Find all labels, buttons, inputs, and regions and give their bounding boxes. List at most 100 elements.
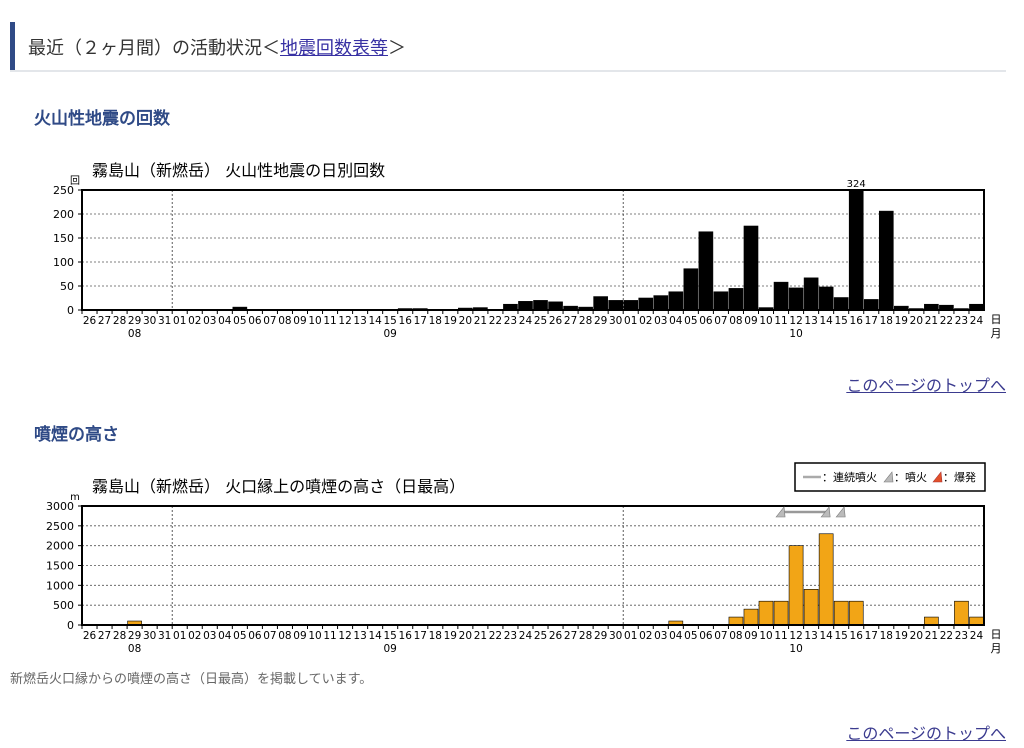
bar bbox=[848, 189, 864, 311]
x-tick-label: 19 bbox=[444, 315, 457, 327]
x-tick-label: 07 bbox=[714, 315, 727, 327]
month-label: 08 bbox=[128, 328, 141, 340]
bar bbox=[593, 296, 608, 311]
x-tick-label: 13 bbox=[353, 630, 366, 642]
x-tick-label: 16 bbox=[399, 315, 413, 327]
x-tick-label: 07 bbox=[263, 630, 276, 642]
bar bbox=[773, 600, 789, 626]
section-header: 最近（２ヶ月間）の活動状況＜地震回数表等＞ bbox=[10, 22, 1006, 72]
x-tick-label: 14 bbox=[819, 630, 833, 642]
bar bbox=[848, 600, 864, 626]
bar bbox=[698, 231, 714, 311]
x-tick-label: 04 bbox=[669, 315, 683, 327]
x-tick-label: 03 bbox=[203, 630, 216, 642]
x-tick-label: 21 bbox=[925, 630, 938, 642]
x-tick-label: 28 bbox=[113, 315, 126, 327]
month-label: 09 bbox=[383, 643, 396, 655]
x-tick-label: 18 bbox=[880, 315, 893, 327]
x-tick-label: 26 bbox=[549, 630, 563, 642]
x-tick-label: 23 bbox=[504, 630, 517, 642]
bar bbox=[713, 291, 729, 311]
x-tick-label: 23 bbox=[955, 630, 968, 642]
y-tick-label: 3000 bbox=[46, 500, 74, 513]
y-tick-label: 0 bbox=[67, 619, 74, 632]
y-tick-label: 0 bbox=[67, 304, 74, 317]
bar bbox=[758, 600, 774, 626]
x-tick-label: 27 bbox=[98, 630, 111, 642]
y-tick-label: 1500 bbox=[46, 560, 74, 573]
bar bbox=[653, 295, 669, 311]
bar bbox=[924, 616, 939, 626]
x-tick-label: 23 bbox=[955, 315, 968, 327]
bar bbox=[863, 299, 879, 311]
bar bbox=[803, 277, 819, 311]
bar bbox=[728, 288, 744, 311]
x-tick-label: 06 bbox=[248, 630, 262, 642]
x-tick-label: 06 bbox=[699, 315, 713, 327]
bar bbox=[788, 545, 804, 626]
bar bbox=[878, 210, 894, 311]
x-tick-label: 29 bbox=[128, 630, 141, 642]
x-tick-label: 12 bbox=[338, 630, 351, 642]
x-tick-label: 10 bbox=[759, 315, 772, 327]
x-tick-label: 24 bbox=[519, 630, 533, 642]
x-tick-label: 28 bbox=[579, 315, 592, 327]
month-label: 10 bbox=[789, 643, 802, 655]
eruption-marker bbox=[775, 506, 786, 518]
chart-note: 新燃岳火口縁からの噴煙の高さ（日最高）を掲載しています。 bbox=[10, 672, 373, 687]
x-tick-label: 11 bbox=[774, 630, 787, 642]
bar bbox=[668, 291, 684, 311]
x-tick-label: 30 bbox=[609, 630, 622, 642]
bar bbox=[683, 268, 699, 311]
bar bbox=[638, 297, 654, 311]
x-tick-label: 18 bbox=[880, 630, 893, 642]
quake-count-chart: 霧島山（新燃岳） 火山性地震の日別回数回050100150200250 32426… bbox=[53, 161, 1002, 340]
bar bbox=[818, 533, 834, 626]
bar bbox=[788, 287, 804, 311]
x-tick-label: 12 bbox=[789, 315, 802, 327]
x-tick-label: 15 bbox=[834, 630, 847, 642]
bar bbox=[608, 300, 624, 311]
quake-table-link[interactable]: 地震回数表等 bbox=[280, 38, 388, 59]
x-tick-label: 22 bbox=[940, 315, 953, 327]
x-tick-label: 19 bbox=[444, 630, 457, 642]
x-tick-label: 16 bbox=[399, 630, 413, 642]
x-tick-label: 24 bbox=[519, 315, 533, 327]
x-tick-label: 28 bbox=[579, 630, 592, 642]
x-tick-label: 02 bbox=[639, 630, 652, 642]
x-tick-label: 08 bbox=[729, 630, 742, 642]
plume-heading: 噴煙の高さ bbox=[34, 425, 119, 445]
page-top-link-bottom[interactable]: このページのトップへ bbox=[846, 720, 1006, 744]
x-tick-label: 17 bbox=[414, 630, 427, 642]
x-tick-label: 16 bbox=[850, 630, 864, 642]
quake-heading: 火山性地震の回数 bbox=[34, 109, 170, 129]
x-tick-label: 03 bbox=[654, 630, 667, 642]
x-unit-day: 日 bbox=[991, 628, 1002, 641]
x-tick-label: 05 bbox=[233, 630, 246, 642]
x-tick-label: 06 bbox=[248, 315, 262, 327]
x-tick-label: 21 bbox=[474, 315, 487, 327]
x-unit-month: 月 bbox=[991, 327, 1002, 340]
x-tick-label: 29 bbox=[128, 315, 141, 327]
x-tick-label: 04 bbox=[218, 630, 232, 642]
legend-continuous-label: ：連続噴火 bbox=[822, 470, 877, 484]
x-tick-label: 11 bbox=[323, 315, 336, 327]
page-top-link[interactable]: このページのトップへ bbox=[846, 372, 1006, 396]
eruption-marker bbox=[835, 506, 846, 518]
x-tick-label: 12 bbox=[789, 630, 802, 642]
bar bbox=[743, 225, 759, 311]
chart-title: 霧島山（新燃岳） 火口縁上の噴煙の高さ（日最高） bbox=[92, 477, 465, 496]
plot-frame bbox=[81, 505, 985, 626]
x-tick-label: 13 bbox=[353, 315, 366, 327]
x-tick-label: 20 bbox=[910, 315, 923, 327]
y-tick-label: 50 bbox=[60, 280, 74, 293]
x-tick-label: 19 bbox=[895, 630, 908, 642]
y-tick-label: 500 bbox=[53, 599, 74, 612]
plot-frame bbox=[81, 189, 985, 311]
x-tick-label: 20 bbox=[459, 315, 472, 327]
bar bbox=[743, 608, 759, 626]
x-tick-label: 21 bbox=[925, 315, 938, 327]
x-tick-label: 07 bbox=[263, 315, 276, 327]
x-tick-label: 11 bbox=[323, 630, 336, 642]
x-tick-label: 21 bbox=[474, 630, 487, 642]
